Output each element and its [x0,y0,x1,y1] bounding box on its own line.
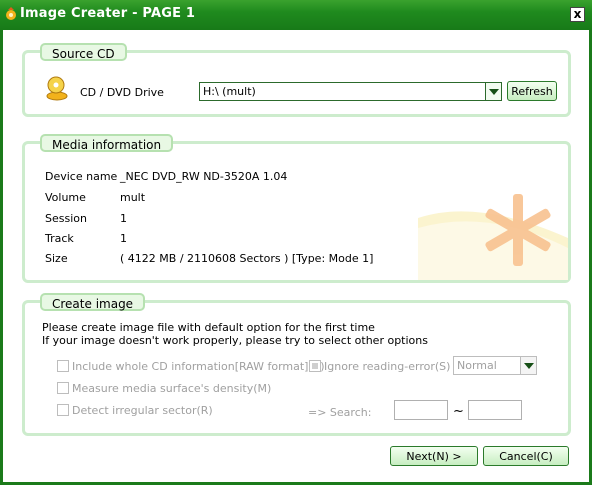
device-name-label: Device name [45,170,118,183]
cd-drive-icon [46,76,68,101]
size-label: Size [45,252,68,265]
chevron-down-icon[interactable] [520,357,536,374]
drive-select[interactable]: H:\ (mult) [199,82,502,101]
density-label[interactable]: Measure media surface's density(M) [72,382,271,395]
session-label: Session [45,212,87,225]
window-title: Image Creater - PAGE 1 [20,6,196,21]
track-value: 1 [120,232,127,245]
source-cd-title: Source CD [40,43,127,61]
app-icon [6,7,16,20]
raw-format-checkbox[interactable] [57,360,69,372]
irregular-sector-label[interactable]: Detect irregular sector(R) [72,404,213,417]
ignore-error-label[interactable]: Ignore reading-error(S) [324,360,450,373]
refresh-button-label: Refresh [511,85,553,98]
speed-select-value: Normal [457,359,497,372]
range-separator: ~ [453,404,464,419]
device-name-value: _NEC DVD_RW ND-3520A 1.04 [120,170,288,183]
media-info-title: Media information [40,134,174,152]
speed-select[interactable]: Normal [453,356,537,375]
cancel-button-label: Cancel(C) [499,450,553,463]
search-to-input[interactable] [468,400,522,420]
ignore-error-checkbox[interactable] [309,360,321,372]
drive-label: CD / DVD Drive [80,86,164,99]
close-button[interactable]: x [570,7,585,22]
search-label: => Search: [308,406,372,419]
app-window: Image Creater - PAGE 1 x Source CD CD / … [0,0,592,485]
track-label: Track [45,232,74,245]
size-value: ( 4122 MB / 2110608 Sectors ) [Type: Mod… [120,252,374,265]
volume-value: mult [120,191,146,204]
drive-select-value: H:\ (mult) [203,85,256,98]
next-button-label: Next(N) > [406,450,462,463]
source-cd-group: Source CD CD / DVD Drive H:\ (mult) Refr… [22,43,571,117]
decorative-star-icon [418,194,568,280]
client-area: Source CD CD / DVD Drive H:\ (mult) Refr… [3,30,589,482]
next-button[interactable]: Next(N) > [390,446,478,466]
create-desc-line1: Please create image file with default op… [42,321,375,334]
create-image-group: Create image Please create image file wi… [22,293,571,436]
chevron-down-icon[interactable] [485,83,501,100]
session-value: 1 [120,212,127,225]
volume-label: Volume [45,191,86,204]
search-from-input[interactable] [394,400,448,420]
cancel-button[interactable]: Cancel(C) [483,446,569,466]
irregular-sector-checkbox[interactable] [57,404,69,416]
create-desc-line2: If your image doesn't work properly, ple… [42,334,428,347]
create-image-title: Create image [40,293,146,311]
raw-format-label[interactable]: Include whole CD information[RAW format]… [72,360,325,373]
density-checkbox[interactable] [57,382,69,394]
media-info-group: Media information Device name _NEC DVD_R… [22,134,571,283]
refresh-button[interactable]: Refresh [507,81,557,101]
title-bar: Image Creater - PAGE 1 x [0,0,592,30]
